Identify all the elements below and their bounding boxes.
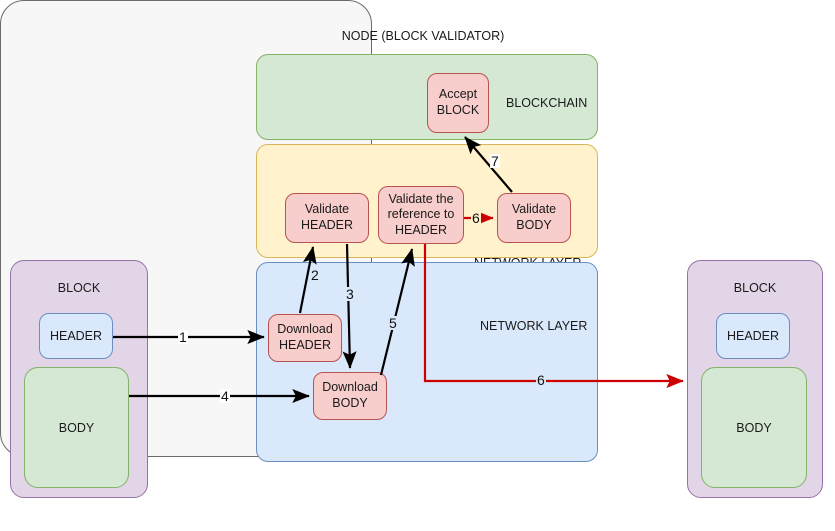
process-download-header[interactable]: Download HEADER [268,314,342,362]
process-download-body[interactable]: Download BODY [313,372,387,420]
edge-label-6a: 6 [471,210,481,226]
validate-header-line1: Validate [304,202,350,217]
right-block-body[interactable]: BODY [701,367,807,488]
layer-network-lower [256,262,598,462]
edge-label-4: 4 [220,388,230,404]
edge-label-6b: 6 [536,372,546,388]
right-block-header[interactable]: HEADER [716,313,790,359]
validate-body-line1: Validate [511,202,557,217]
edge-label-5: 5 [388,315,398,331]
layer-network-lower-label: NETWORK LAYER [480,319,588,333]
node-title: NODE (BLOCK VALIDATOR) [341,29,505,43]
validate-reference-line2: reference to [387,207,455,222]
process-accept-block[interactable]: Accept BLOCK [427,73,489,133]
download-body-line2: BODY [332,396,368,410]
download-header-line2: HEADER [278,338,332,352]
download-header-line1: Download [277,322,333,337]
right-block-title: BLOCK [733,281,777,295]
left-block-title: BLOCK [57,281,101,295]
layer-blockchain-label: BLOCKCHAIN [506,96,588,110]
left-block-body[interactable]: BODY [24,367,129,488]
validate-body-line2: BODY [516,218,552,232]
download-body-line1: Download [322,380,378,395]
validate-reference-line1: Validate the [388,191,454,206]
process-validate-header[interactable]: Validate HEADER [285,193,369,243]
diagram-canvas: NODE (BLOCK VALIDATOR) BLOCKCHAIN NETWOR… [0,0,835,531]
process-validate-body[interactable]: Validate BODY [497,193,571,243]
edge-label-7: 7 [490,153,500,169]
edge-label-2: 2 [310,267,320,283]
edge-label-1: 1 [178,329,188,345]
process-validate-reference-to-header[interactable]: Validate the reference to HEADER [378,186,464,244]
left-block-header[interactable]: HEADER [39,313,113,359]
accept-block-line2: BLOCK [436,103,480,117]
validate-reference-line3: HEADER [394,222,448,237]
accept-block-line1: Accept [438,87,478,102]
edge-label-3: 3 [345,286,355,302]
validate-header-line2: HEADER [300,218,354,232]
